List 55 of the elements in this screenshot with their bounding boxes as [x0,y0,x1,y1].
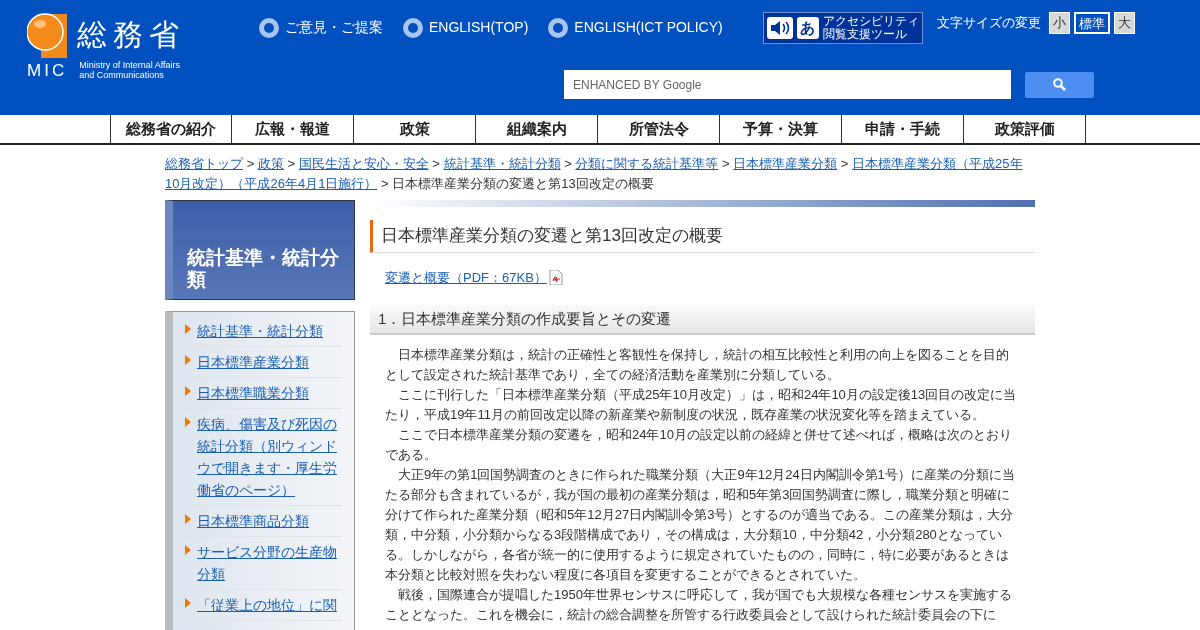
nav-tab[interactable]: 申請・手続 [842,115,964,143]
nav-tab[interactable]: 予算・決算 [720,115,842,143]
top-link[interactable]: ご意見・ご提案 [259,17,383,38]
top-link[interactable]: ENGLISH(ICT POLICY) [548,17,723,38]
breadcrumb-separator: > [564,156,572,171]
breadcrumb-separator: > [246,156,255,171]
body-paragraph: 戦後，国際連合が提唱した1950年世界センサスに呼応して，我が国でも大規模な各種センサスを実施することとなった。これを機会に，統計の総合調整を所管する行政委員会として設けられた統計委員会の下に [385,586,1013,624]
font-size-button[interactable]: 小 [1048,12,1070,34]
hiragana-icon: あ [796,17,819,39]
breadcrumb-link[interactable]: 日本標準産業分類 [733,156,838,171]
accessibility-tool-label: 閲覧支援ツール [822,28,908,41]
breadcrumb-separator: > [381,176,389,191]
body-paragraph: 大正9年の第1回国勢調査のときに作られた職業分類（大正9年12月24日内閣訓令第1号）に産業の分類に当たる部分も含まれているが，我が国の最初の産業分類は，昭和5年第3回国勢調査に際し，職業分類と明確に分けて作られた産業分類（昭和5年12月27日内閣訓令第3号）とするのが適当である。この産業分類は，大分類，中分類，小分類からなる3段階構成であり，その構成は，大分類10，中分類42，小分類280となっている。しかしながら，各省が統一的に使用するように規定されていたものの，同時に，特に必要があるときは本分類と比較対照を失わない程度に各項目を変更することができるとされていた。 [385,466,1016,584]
nav-tab[interactable]: 総務省の紹介 [110,115,232,143]
font-size-button[interactable]: 大 [1113,12,1135,34]
breadcrumb-link[interactable]: 国民生活と安心・安全 [298,156,429,171]
nav-tab[interactable]: 広報・報道 [232,115,354,143]
pdf-link[interactable]: 変遷と概要（PDF：67KB） [385,267,547,287]
breadcrumb-link[interactable]: 統計基準・統計分類 [443,156,561,171]
body-paragraph: ここに刊行した「日本標準産業分類（平成25年10月改定）」は，昭和24年10月の設定後13回目の改定に当たり，平成19年11月の前回改定以降の新産業や新制度の状況，既存産業の状況変化等を踏まえている。 [385,386,1018,424]
breadcrumb-link[interactable]: 10月改定）（平成26年4月1日施行） [165,176,378,191]
breadcrumb-separator: > [722,156,730,171]
top-link[interactable]: ENGLISH(TOP) [403,17,529,38]
ministry-english-name: and Communications [79,70,165,80]
breadcrumb-separator: > [840,156,849,171]
body-paragraph: ここで日本標準産業分類の変遷を，昭和24年10月の設定以前の経緯と併せて述べれば，概略は次のとおりである。 [385,426,1013,464]
accessibility-tool-label: アクセシビリティ [822,15,919,28]
breadcrumb-link[interactable]: 政策 [257,156,284,171]
breadcrumb-current: 日本標準産業分類の変遷と第13回改定の概要 [392,176,654,191]
nav-tab[interactable]: 所管法令 [598,115,720,143]
nav-tab[interactable]: 政策 [354,115,476,143]
breadcrumb-link[interactable]: 総務省トップ [165,156,243,171]
sidebar-link[interactable]: サービス分野の生産物分類 [197,541,342,585]
sidebar-title: 統計基準・統計分類 [187,247,340,291]
sidebar-link[interactable]: 日本標準産業分類 [197,351,309,373]
page-title: 日本標準産業分類の変遷と第13回改定の概要 [381,225,724,247]
sidebar-link[interactable]: 日本標準商品分類 [197,510,309,532]
search-field[interactable]: ENHANCED BY Google [564,70,1011,99]
breadcrumb-separator: > [432,156,440,171]
ministry-english-name: Ministry of Internal Affairs [79,60,181,70]
font-size-label: 文字サイズの変更 [936,14,1041,32]
breadcrumb-link[interactable]: 分類に関する統計基準等 [575,156,719,171]
sidebar-link[interactable]: 統計基準・統計分類 [197,320,323,342]
sidebar-link[interactable]: 日本標準職業分類 [197,382,309,404]
section-heading: 1．日本標準産業分類の作成要旨とその変遷 [378,308,672,329]
sidebar-link[interactable]: 疾病、傷害及び死因の統計分類（別ウィンドウで開きます・厚生労働省のページ） [197,413,342,501]
font-size-button[interactable]: 標準 [1073,12,1110,34]
breadcrumb-separator: > [287,156,296,171]
ministry-name: 総務省 [77,20,185,50]
nav-tab[interactable]: 政策評価 [964,115,1086,143]
ministry-abbreviation: MIC [27,61,68,79]
sidebar-link[interactable]: 「従業上の地位」に関 [197,594,337,616]
breadcrumb-link[interactable]: 日本標準産業分類（平成25年 [852,156,1023,171]
nav-tab[interactable]: 組織案内 [476,115,598,143]
body-paragraph: 日本標準産業分類は，統計の正確性と客観性を保持し，統計の相互比較性と利用の向上を図ることを目的として設定された統計基準であり，全ての経済活動を産業別に分類している。 [385,346,1010,384]
